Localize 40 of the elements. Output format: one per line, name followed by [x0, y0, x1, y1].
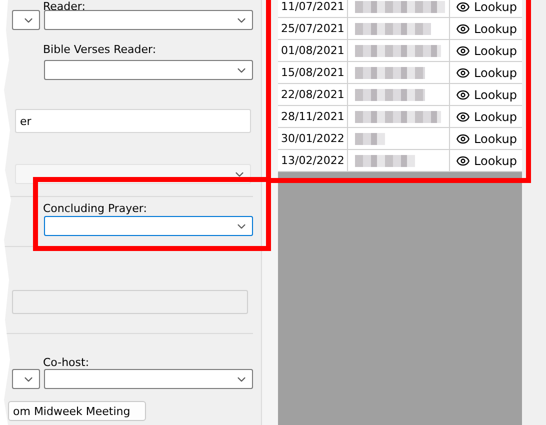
lookup-link[interactable]: Lookup	[450, 40, 522, 61]
eye-icon	[456, 110, 470, 124]
eye-icon	[456, 154, 470, 168]
eye-icon	[456, 44, 470, 58]
lookup-link[interactable]: Lookup	[450, 150, 522, 171]
eye-icon	[456, 0, 470, 14]
redacted-name	[355, 154, 415, 166]
dropdown[interactable]	[12, 369, 40, 389]
lookup-link[interactable]: Lookup	[450, 84, 522, 105]
lookup-link[interactable]: Lookup	[450, 0, 522, 17]
date-cell: 25/07/2021	[278, 18, 348, 39]
lookup-link[interactable]: Lookup	[450, 62, 522, 83]
cohost-dropdown[interactable]	[44, 369, 253, 389]
date-cell: 30/01/2022	[278, 128, 348, 149]
date-cell: 11/07/2021	[278, 0, 348, 17]
dropdown[interactable]	[12, 10, 40, 30]
field-label: Bible Verses Reader:	[43, 43, 156, 56]
eye-icon	[456, 132, 470, 146]
redacted-name	[355, 132, 385, 144]
date-cell: 28/11/2021	[278, 106, 348, 127]
eye-icon	[456, 88, 470, 102]
midweek-meeting-button[interactable]: om Midweek Meeting	[8, 401, 146, 421]
lookup-link[interactable]: Lookup	[450, 128, 522, 149]
reader-dropdown[interactable]	[44, 10, 253, 30]
field-label: Co-host:	[43, 356, 90, 369]
eye-icon	[456, 22, 470, 36]
date-cell: 22/08/2021	[278, 84, 348, 105]
field-label: Reader:	[43, 0, 86, 13]
reader-dropdown[interactable]	[44, 60, 253, 80]
field-label: Concluding Prayer:	[43, 202, 147, 215]
eye-icon	[456, 66, 470, 80]
lookup-link[interactable]: Lookup	[450, 106, 522, 127]
redacted-name	[355, 66, 425, 78]
text-field[interactable]: er	[15, 109, 251, 133]
concluding-prayer-dropdown[interactable]	[44, 216, 253, 236]
redacted-name	[355, 88, 425, 100]
date-cell: 15/08/2021	[278, 62, 348, 83]
date-cell: 01/08/2021	[278, 40, 348, 61]
lookup-link[interactable]: Lookup	[450, 18, 522, 39]
date-cell: 13/02/2022	[278, 150, 348, 171]
